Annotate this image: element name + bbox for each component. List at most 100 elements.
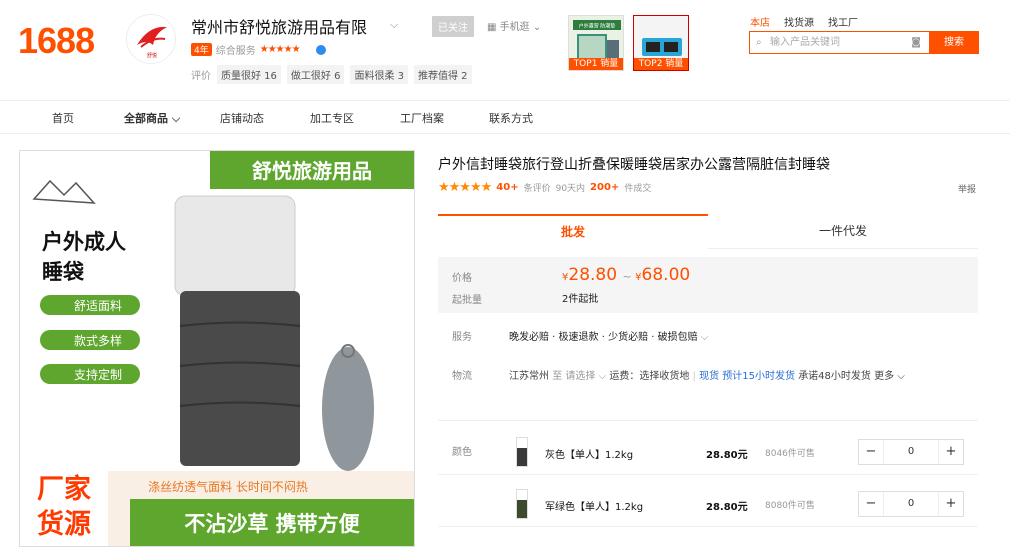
nav-all-label: 全部商品 bbox=[124, 112, 168, 125]
sku-stock: 8080件可售 bbox=[765, 501, 815, 511]
quantity-input[interactable]: 0 bbox=[883, 492, 939, 516]
destination-select[interactable]: 请选择 ⌵ bbox=[565, 371, 606, 382]
qr-icon: ▦ bbox=[487, 22, 497, 33]
tab-dropship[interactable]: 一件代发 bbox=[708, 214, 978, 249]
top1-image-text: 户外露营 防潮垫 bbox=[579, 23, 616, 30]
quantity-stepper: − 0 + bbox=[858, 491, 964, 517]
search-placeholder: 输入产品关键词 bbox=[770, 37, 840, 48]
service-text: 晚发必赔 · 极速退款 · 少货必赔 · 破损包赔 bbox=[509, 332, 698, 343]
hero-corner-1: 厂家 bbox=[37, 473, 91, 505]
hero-corner-2: 货源 bbox=[37, 508, 91, 540]
ninety-label: 90天内 bbox=[555, 184, 586, 194]
nav-contact[interactable]: 联系方式 bbox=[489, 110, 533, 126]
sold-label: 件成交 bbox=[624, 184, 652, 194]
hero-headline-2: 睡袋 bbox=[42, 260, 85, 284]
more-link[interactable]: 更多 ⌵ bbox=[874, 371, 905, 382]
chevron-down-icon: ⌵ bbox=[700, 332, 709, 343]
logistics-label: 物流 bbox=[452, 371, 472, 382]
hero-banner: 舒悦旅游用品 bbox=[252, 159, 372, 183]
ship-from: 江苏常州 bbox=[509, 371, 549, 382]
sku-row: 灰色【单人】1.2kg 28.80元 8046件可售 − 0 + bbox=[438, 425, 978, 475]
product-main-image[interactable]: 舒悦旅游用品 户外成人 睡袋 舒适面料 款式多样 支持定制 涤丝纺透气面料 长时… bbox=[19, 150, 415, 547]
site-logo[interactable]: 1688 bbox=[18, 20, 95, 62]
follow-button[interactable]: 已关注 bbox=[432, 16, 474, 37]
instock-tag: 现货 bbox=[699, 371, 720, 382]
review-label: 条评价 bbox=[523, 184, 551, 194]
moq-label: 起批量 bbox=[452, 295, 482, 306]
sku-row: 军绿色【单人】1.2kg 28.80元 8080件可售 − 0 + bbox=[438, 477, 978, 527]
to-label: 至 bbox=[552, 371, 563, 382]
range-tilde: ~ bbox=[622, 270, 636, 283]
shop-name[interactable]: 常州市舒悦旅游用品有限 bbox=[191, 14, 367, 38]
review-tag[interactable]: 做工很好 6 bbox=[286, 65, 345, 84]
price-label: 价格 bbox=[452, 273, 472, 284]
chevron-down-icon: ⌵ bbox=[171, 112, 181, 125]
review-count[interactable]: 40+ bbox=[496, 182, 518, 193]
nav-processing[interactable]: 加工专区 bbox=[310, 110, 354, 126]
review-label: 评价 bbox=[191, 71, 211, 82]
shop-logo[interactable]: 舒悦 bbox=[126, 14, 176, 64]
ship-prediction: 预计15小时发货 bbox=[722, 371, 795, 382]
top1-label: TOP1 销量 bbox=[569, 58, 623, 70]
review-tags: 评价 质量很好 16 做工很好 6 面料很柔 3 推荐值得 2 bbox=[191, 65, 472, 84]
sku-thumbnail[interactable] bbox=[516, 437, 528, 467]
increase-button[interactable]: + bbox=[939, 440, 963, 464]
quantity-input[interactable]: 0 bbox=[883, 440, 939, 464]
rating-stars: ★★★★★ bbox=[438, 180, 492, 195]
hero-headline-1: 户外成人 bbox=[42, 230, 126, 254]
nav-home[interactable]: 首页 bbox=[52, 110, 74, 126]
shop-header: 1688 舒悦 常州市舒悦旅游用品有限 ⌵ 4年 综合服务 ★★★★★ 评价 质… bbox=[0, 0, 1010, 100]
mobile-browse[interactable]: ▦ 手机逛 ⌄ bbox=[487, 18, 541, 33]
sku-name: 军绿色【单人】1.2kg bbox=[545, 502, 644, 513]
hero-strip: 涤丝纺透气面料 长时间不闷热 bbox=[148, 479, 308, 494]
shop-logo-text: 舒悦 bbox=[147, 52, 157, 59]
years-badge: 4年 bbox=[191, 43, 212, 56]
freight: 运费：选择收货地 bbox=[609, 371, 690, 382]
logistics-info: 江苏常州 至 请选择 ⌵ 运费：选择收货地 | 现货 预计15小时发货 承诺48… bbox=[509, 371, 905, 382]
hero-pill-1: 舒适面料 bbox=[74, 299, 122, 313]
ship-promise: 承诺48小时发货 bbox=[798, 371, 871, 382]
product-rating: ★★★★★ 40+ 条评价 90天内 200+ 件成交 bbox=[438, 180, 651, 195]
price-range: ¥28.80 ~ ¥68.00 bbox=[562, 265, 690, 285]
price-box: 价格 起批量 ¥28.80 ~ ¥68.00 2件起批 bbox=[438, 257, 978, 313]
search-icon: ⌕ bbox=[756, 37, 762, 48]
report-link[interactable]: 举报 bbox=[958, 182, 976, 195]
search-tab-factory[interactable]: 找工厂 bbox=[828, 14, 858, 29]
chevron-down-icon: ⌄ bbox=[532, 22, 542, 33]
decrease-button[interactable]: − bbox=[859, 440, 883, 464]
top2-product[interactable]: TOP2 销量 bbox=[633, 15, 689, 71]
nav-factory[interactable]: 工厂档案 bbox=[400, 110, 444, 126]
shop-nav: 首页 全部商品 ⌵ 店铺动态 加工专区 工厂档案 联系方式 bbox=[0, 100, 1010, 134]
product-title: 户外信封睡袋旅行登山折叠保暖睡袋居家办公露营隔脏信封睡袋 bbox=[438, 157, 830, 173]
tab-wholesale[interactable]: 批发 bbox=[438, 214, 708, 249]
purchase-tabs: 批发 一件代发 bbox=[438, 214, 978, 249]
top1-product[interactable]: 户外露营 防潮垫 TOP1 销量 bbox=[568, 15, 624, 71]
destination-select-label: 请选择 bbox=[565, 371, 596, 382]
hero-pill-2: 款式多样 bbox=[74, 333, 122, 348]
sold-count: 200+ bbox=[590, 182, 620, 193]
quantity-stepper: − 0 + bbox=[858, 439, 964, 465]
sku-name: 灰色【单人】1.2kg bbox=[545, 450, 634, 461]
review-tag[interactable]: 面料很柔 3 bbox=[350, 65, 408, 84]
moq-value: 2件起批 bbox=[562, 294, 599, 305]
search-button[interactable]: 搜索 bbox=[929, 31, 979, 54]
price-high: 68.00 bbox=[641, 265, 691, 285]
search-tab-shop[interactable]: 本店 bbox=[750, 14, 770, 29]
nav-all-products[interactable]: 全部商品 ⌵ bbox=[124, 110, 180, 126]
nav-news[interactable]: 店铺动态 bbox=[220, 110, 264, 126]
camera-icon[interactable]: ◙ bbox=[911, 32, 921, 53]
sku-stock: 8046件可售 bbox=[765, 449, 815, 459]
increase-button[interactable]: + bbox=[939, 492, 963, 516]
search-tab-goods[interactable]: 找货源 bbox=[784, 14, 814, 29]
search-input[interactable]: ⌕ 输入产品关键词 ◙ bbox=[749, 31, 929, 54]
more-label: 更多 bbox=[874, 371, 895, 382]
review-tag[interactable]: 质量很好 16 bbox=[217, 65, 281, 84]
service-label: 服务 bbox=[452, 332, 472, 343]
sku-thumbnail[interactable] bbox=[516, 489, 528, 519]
price-low: 28.80 bbox=[568, 265, 618, 285]
chevron-down-icon[interactable]: ⌵ bbox=[390, 18, 398, 32]
decrease-button[interactable]: − bbox=[859, 492, 883, 516]
service-list[interactable]: 晚发必赔 · 极速退款 · 少货必赔 · 破损包赔 ⌵ bbox=[509, 328, 708, 343]
review-tag[interactable]: 推荐值得 2 bbox=[414, 65, 472, 84]
sku-price: 28.80元 bbox=[706, 450, 748, 461]
